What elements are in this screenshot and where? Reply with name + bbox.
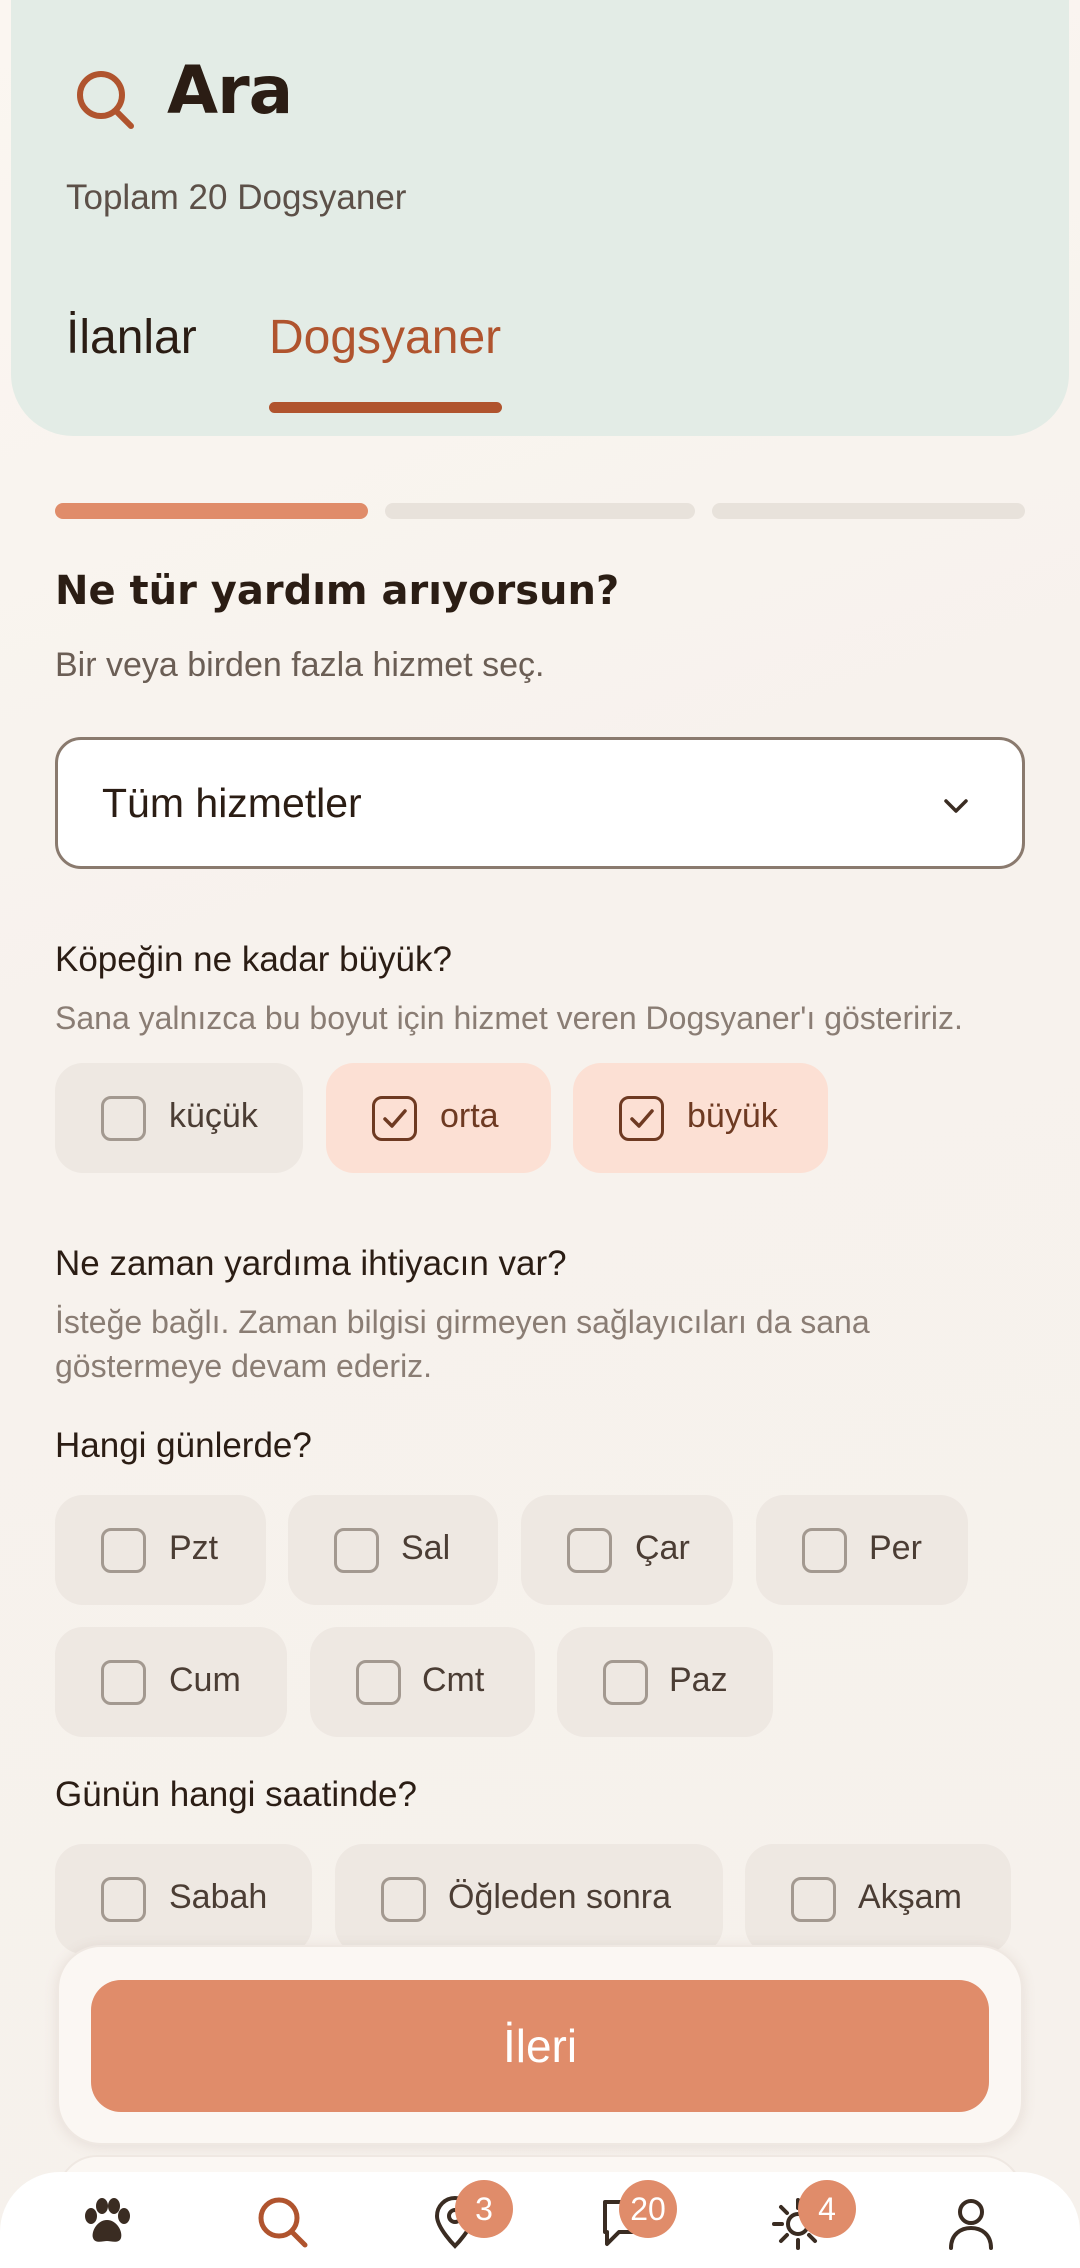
nav-map[interactable]: 3 xyxy=(425,2180,513,2262)
nav-search[interactable] xyxy=(253,2192,323,2262)
nav-messages[interactable]: 20 xyxy=(597,2180,677,2262)
chip-label: Öğleden sonra xyxy=(448,1878,672,1916)
time-chip-aksam[interactable]: Akşam xyxy=(745,1844,1011,1954)
time-chip-ogleden-sonra[interactable]: Öğleden sonra xyxy=(335,1844,723,1954)
chip-label: Cmt xyxy=(422,1661,485,1699)
checkbox[interactable] xyxy=(334,1528,379,1573)
service-question: Ne tür yardım arıyorsun? xyxy=(55,568,620,614)
progress-segment-2 xyxy=(385,503,695,519)
service-hint: Bir veya birden fazla hizmet seç. xyxy=(55,646,545,684)
paw-icon xyxy=(85,2198,130,2242)
day-chip-car[interactable]: Çar xyxy=(521,1495,733,1605)
notification-badge: 4 xyxy=(798,2180,856,2238)
checkbox[interactable] xyxy=(603,1660,648,1705)
search-icon xyxy=(258,2197,308,2248)
day-chip-cmt[interactable]: Cmt xyxy=(310,1627,535,1737)
nav-profile[interactable] xyxy=(941,2192,1011,2262)
chip-label: Sabah xyxy=(169,1878,268,1916)
checkbox[interactable] xyxy=(381,1877,426,1922)
checkbox-checked[interactable] xyxy=(372,1096,417,1141)
days-question: Hangi günlerde? xyxy=(55,1426,312,1465)
when-question: Ne zaman yardıma ihtiyacın var? xyxy=(55,1244,567,1283)
checkbox[interactable] xyxy=(101,1660,146,1705)
size-chip-orta[interactable]: orta xyxy=(326,1063,551,1173)
profile-icon xyxy=(949,2199,993,2250)
notification-badge: 20 xyxy=(619,2180,677,2238)
day-chip-pzt[interactable]: Pzt xyxy=(55,1495,266,1605)
dropdown-value: Tüm hizmetler xyxy=(102,780,362,826)
notification-badge: 3 xyxy=(455,2180,513,2238)
nav-activity[interactable]: 4 xyxy=(768,2180,856,2262)
chevron-down-icon xyxy=(944,799,968,813)
checkbox[interactable] xyxy=(101,1528,146,1573)
chip-label: Paz xyxy=(669,1661,728,1699)
next-button[interactable]: İleri xyxy=(91,1980,989,2112)
checkbox[interactable] xyxy=(101,1096,146,1141)
day-chip-paz[interactable]: Paz xyxy=(557,1627,773,1737)
tab-ilanlar[interactable]: İlanlar xyxy=(66,310,197,365)
size-chip-kucuk[interactable]: küçük xyxy=(55,1063,303,1173)
chip-label: Akşam xyxy=(858,1878,962,1916)
size-chip-buyuk[interactable]: büyük xyxy=(573,1063,828,1173)
check-icon xyxy=(383,1109,407,1128)
checkbox[interactable] xyxy=(101,1877,146,1922)
service-dropdown[interactable]: Tüm hizmetler xyxy=(55,737,1025,869)
search-icon xyxy=(77,71,134,129)
chip-label: Cum xyxy=(169,1661,241,1699)
chip-label: Per xyxy=(869,1529,922,1567)
chip-label: orta xyxy=(440,1097,499,1135)
progress-segment-3 xyxy=(712,503,1025,519)
nav-home[interactable] xyxy=(77,2192,147,2262)
tab-dogsyaner[interactable]: Dogsyaner xyxy=(269,310,501,365)
checkbox-checked[interactable] xyxy=(619,1096,664,1141)
chip-label: büyük xyxy=(687,1097,778,1135)
time-chip-sabah[interactable]: Sabah xyxy=(55,1844,312,1954)
when-hint: İsteğe bağlı. Zaman bilgisi girmeyen sağ… xyxy=(55,1304,870,1384)
dog-size-question: Köpeğin ne kadar büyük? xyxy=(55,940,452,979)
chip-label: Sal xyxy=(401,1529,451,1567)
progress-segment-1 xyxy=(55,503,368,519)
checkbox[interactable] xyxy=(567,1528,612,1573)
results-count: Toplam 20 Dogsyaner xyxy=(66,178,407,217)
checkbox[interactable] xyxy=(791,1877,836,1922)
chip-label: Pzt xyxy=(169,1529,219,1567)
checkbox[interactable] xyxy=(356,1660,401,1705)
header-panel: Ara Toplam 20 Dogsyaner İlanlar Dogsyane… xyxy=(11,0,1069,436)
time-question: Günün hangi saatinde? xyxy=(55,1775,417,1814)
day-chip-sal[interactable]: Sal xyxy=(288,1495,498,1605)
chip-label: küçük xyxy=(169,1097,258,1135)
bottom-navigation: 3 20 4 xyxy=(0,2172,1080,2268)
active-tab-indicator xyxy=(269,402,502,413)
check-icon xyxy=(630,1109,654,1128)
dog-size-hint: Sana yalnızca bu boyut için hizmet veren… xyxy=(55,1000,963,1036)
day-chip-cum[interactable]: Cum xyxy=(55,1627,287,1737)
page-title: Ara xyxy=(167,52,293,129)
chip-label: Çar xyxy=(635,1529,690,1567)
checkbox[interactable] xyxy=(802,1528,847,1573)
day-chip-per[interactable]: Per xyxy=(756,1495,968,1605)
